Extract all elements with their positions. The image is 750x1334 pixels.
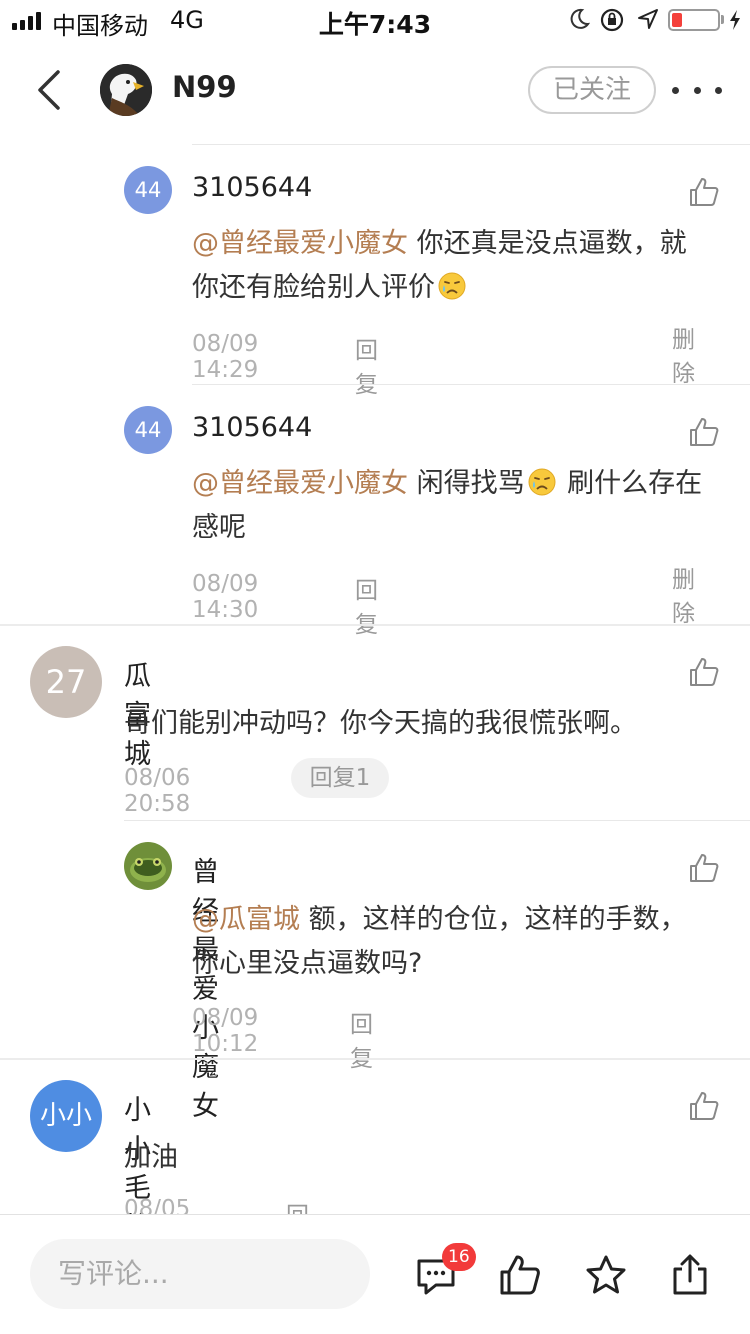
mention-link[interactable]: @曾经最爱小魔女	[192, 228, 408, 259]
reply-text-line: 额，这样的仓位，这样的手数，	[300, 904, 687, 935]
moon-icon	[570, 8, 590, 29]
share-icon[interactable]	[668, 1253, 712, 1297]
rotation-lock-icon	[600, 8, 624, 32]
reply-button[interactable]: 回复	[350, 1005, 373, 1073]
like-icon[interactable]	[498, 1253, 542, 1297]
more-options-icon[interactable]	[672, 76, 722, 104]
reply-text: @瓜富城 额，这样的仓位，这样的手数， 你心里没点逼数吗?	[192, 898, 732, 986]
avatar[interactable]: 44	[124, 166, 172, 214]
status-bar: 中国移动 4G 上午7:43	[0, 0, 750, 40]
reply-timestamp: 08/09 14:30	[192, 571, 259, 623]
avatar[interactable]: 27	[30, 646, 102, 718]
reply-text: @曾经最爱小魔女 闲得找骂 刷什么存在 感呢	[192, 462, 732, 550]
follow-button[interactable]: 已关注	[528, 66, 656, 114]
delete-button[interactable]: 删除	[672, 560, 695, 628]
reply-username[interactable]: 3105644	[192, 172, 312, 203]
reply-username[interactable]: 3105644	[192, 412, 312, 443]
comment-input[interactable]: 写评论...	[30, 1239, 370, 1309]
reply-text-line: 你心里没点逼数吗?	[192, 948, 423, 979]
author-name[interactable]: N99	[172, 70, 237, 104]
back-arrow-icon[interactable]	[30, 66, 70, 114]
mention-link[interactable]: @瓜富城	[192, 904, 300, 935]
delete-button[interactable]: 删除	[672, 320, 695, 388]
thumbs-up-icon[interactable]	[688, 852, 720, 884]
author-avatar[interactable]	[100, 64, 152, 116]
reply-count-button[interactable]: 回复1	[291, 758, 389, 798]
reply-text-line: 你还真是没点逼数，就	[408, 228, 687, 259]
mention-link[interactable]: @曾经最爱小魔女	[192, 468, 408, 499]
reply-text-line: 闲得找骂	[408, 468, 525, 499]
divider	[192, 384, 750, 385]
section-divider	[0, 1058, 750, 1060]
comment-text: 哥们能别冲动吗？你今天搞的我很慌张啊。	[124, 708, 637, 739]
thumbs-up-icon[interactable]	[688, 656, 720, 688]
frog-avatar-image	[124, 842, 172, 890]
charging-bolt-icon	[730, 10, 740, 30]
thumbs-up-icon[interactable]	[688, 416, 720, 448]
reply-text-line: 感呢	[192, 512, 246, 543]
reply-button[interactable]: 回复	[355, 331, 378, 399]
comment-text: 加油	[124, 1142, 178, 1173]
avatar[interactable]: 小小	[30, 1080, 102, 1152]
reply-timestamp: 08/09 14:29	[192, 331, 259, 383]
divider	[124, 820, 750, 821]
comment-timestamp: 08/06 20:58	[124, 765, 191, 817]
star-icon[interactable]	[584, 1253, 628, 1297]
reply-text-line: 刷什么存在	[558, 468, 703, 499]
thumbs-up-icon[interactable]	[688, 1090, 720, 1122]
reply-timestamp: 08/09 10:12	[192, 1005, 259, 1057]
location-arrow-icon	[638, 9, 658, 29]
avatar[interactable]	[124, 842, 172, 890]
eagle-avatar-image	[100, 64, 152, 116]
reply-username[interactable]: 曾经最爱小魔女	[192, 850, 219, 1123]
sad-sweat-emoji-icon	[438, 272, 466, 300]
reply-text-line: 你还有脸给别人评价	[192, 272, 435, 303]
reply-button[interactable]: 回复	[355, 571, 378, 639]
reply-text: @曾经最爱小魔女 你还真是没点逼数，就 你还有脸给别人评价	[192, 222, 722, 310]
comment-count-badge: 16	[442, 1243, 476, 1271]
top-nav-bar: N99 已关注	[0, 40, 750, 140]
sad-sweat-emoji-icon	[528, 468, 556, 496]
battery-cap	[721, 15, 724, 24]
divider	[192, 144, 750, 145]
battery-icon	[668, 9, 720, 31]
section-divider	[0, 624, 750, 626]
avatar[interactable]: 44	[124, 406, 172, 454]
thumbs-up-icon[interactable]	[688, 176, 720, 208]
bottom-action-bar: 写评论... 16	[0, 1214, 750, 1334]
